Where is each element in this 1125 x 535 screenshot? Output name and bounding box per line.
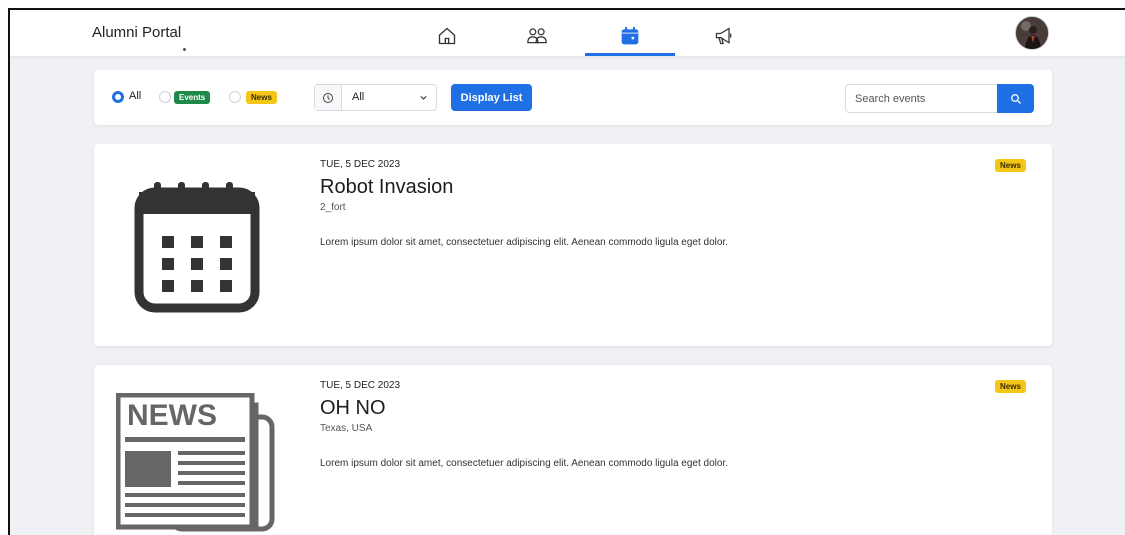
top-navbar: Alumni Portal (10, 10, 1125, 56)
radio-news-label: News (246, 91, 277, 104)
post-date: TUE, 5 DEC 2023 (320, 159, 401, 170)
post-title[interactable]: Robot Invasion (320, 176, 453, 199)
clock-icon (323, 92, 333, 103)
megaphone-icon (715, 27, 732, 45)
calendar-icon (621, 26, 639, 45)
users-icon (527, 28, 547, 44)
radio-events-label: Events (174, 91, 211, 104)
brand-title[interactable]: Alumni Portal (92, 24, 181, 41)
radio-all-label: All (129, 90, 142, 102)
avatar[interactable] (1015, 16, 1049, 50)
brand-dot (183, 48, 186, 51)
search-button[interactable] (997, 84, 1034, 113)
post-badge: News (995, 380, 1026, 393)
nav-events[interactable] (585, 16, 675, 56)
post-title[interactable]: OH NO (320, 397, 386, 420)
display-list-button[interactable]: Display List (451, 84, 532, 111)
user-avatar-image (1016, 17, 1048, 49)
newspaper-icon-title: NEWS (127, 399, 217, 432)
calendar-icon (134, 182, 260, 313)
post-badge: News (995, 159, 1026, 172)
post-card[interactable]: NEWS TUE, 5 DEC 2023 OH NO Texas, USA Lo… (94, 365, 1052, 535)
post-location: Texas, USA (320, 423, 373, 434)
nav-users[interactable] (492, 16, 582, 56)
time-filter-value: All (352, 91, 365, 103)
radio-news[interactable] (229, 91, 241, 103)
nav-news[interactable] (679, 16, 769, 56)
radio-all[interactable] (112, 91, 124, 103)
clock-icon-wrap (315, 85, 342, 110)
post-card[interactable]: TUE, 5 DEC 2023 Robot Invasion 2_fort Lo… (94, 144, 1052, 346)
nav-home[interactable] (402, 16, 492, 56)
post-date: TUE, 5 DEC 2023 (320, 380, 401, 391)
post-location: 2_fort (320, 202, 346, 213)
time-filter-select[interactable]: All (314, 84, 437, 111)
filter-bar: All Events News All Display List (94, 70, 1052, 125)
post-body: Lorem ipsum dolor sit amet, consectetuer… (320, 237, 729, 248)
radio-events[interactable] (159, 91, 171, 103)
app-frame: Alumni Portal All Events News All Displa… (8, 8, 1125, 535)
post-body: Lorem ipsum dolor sit amet, consectetuer… (320, 458, 729, 469)
search-icon (1010, 93, 1021, 104)
chevron-down-icon (420, 95, 427, 100)
home-icon (438, 27, 456, 45)
newspaper-icon: NEWS (116, 393, 275, 532)
search-input[interactable] (845, 84, 998, 113)
